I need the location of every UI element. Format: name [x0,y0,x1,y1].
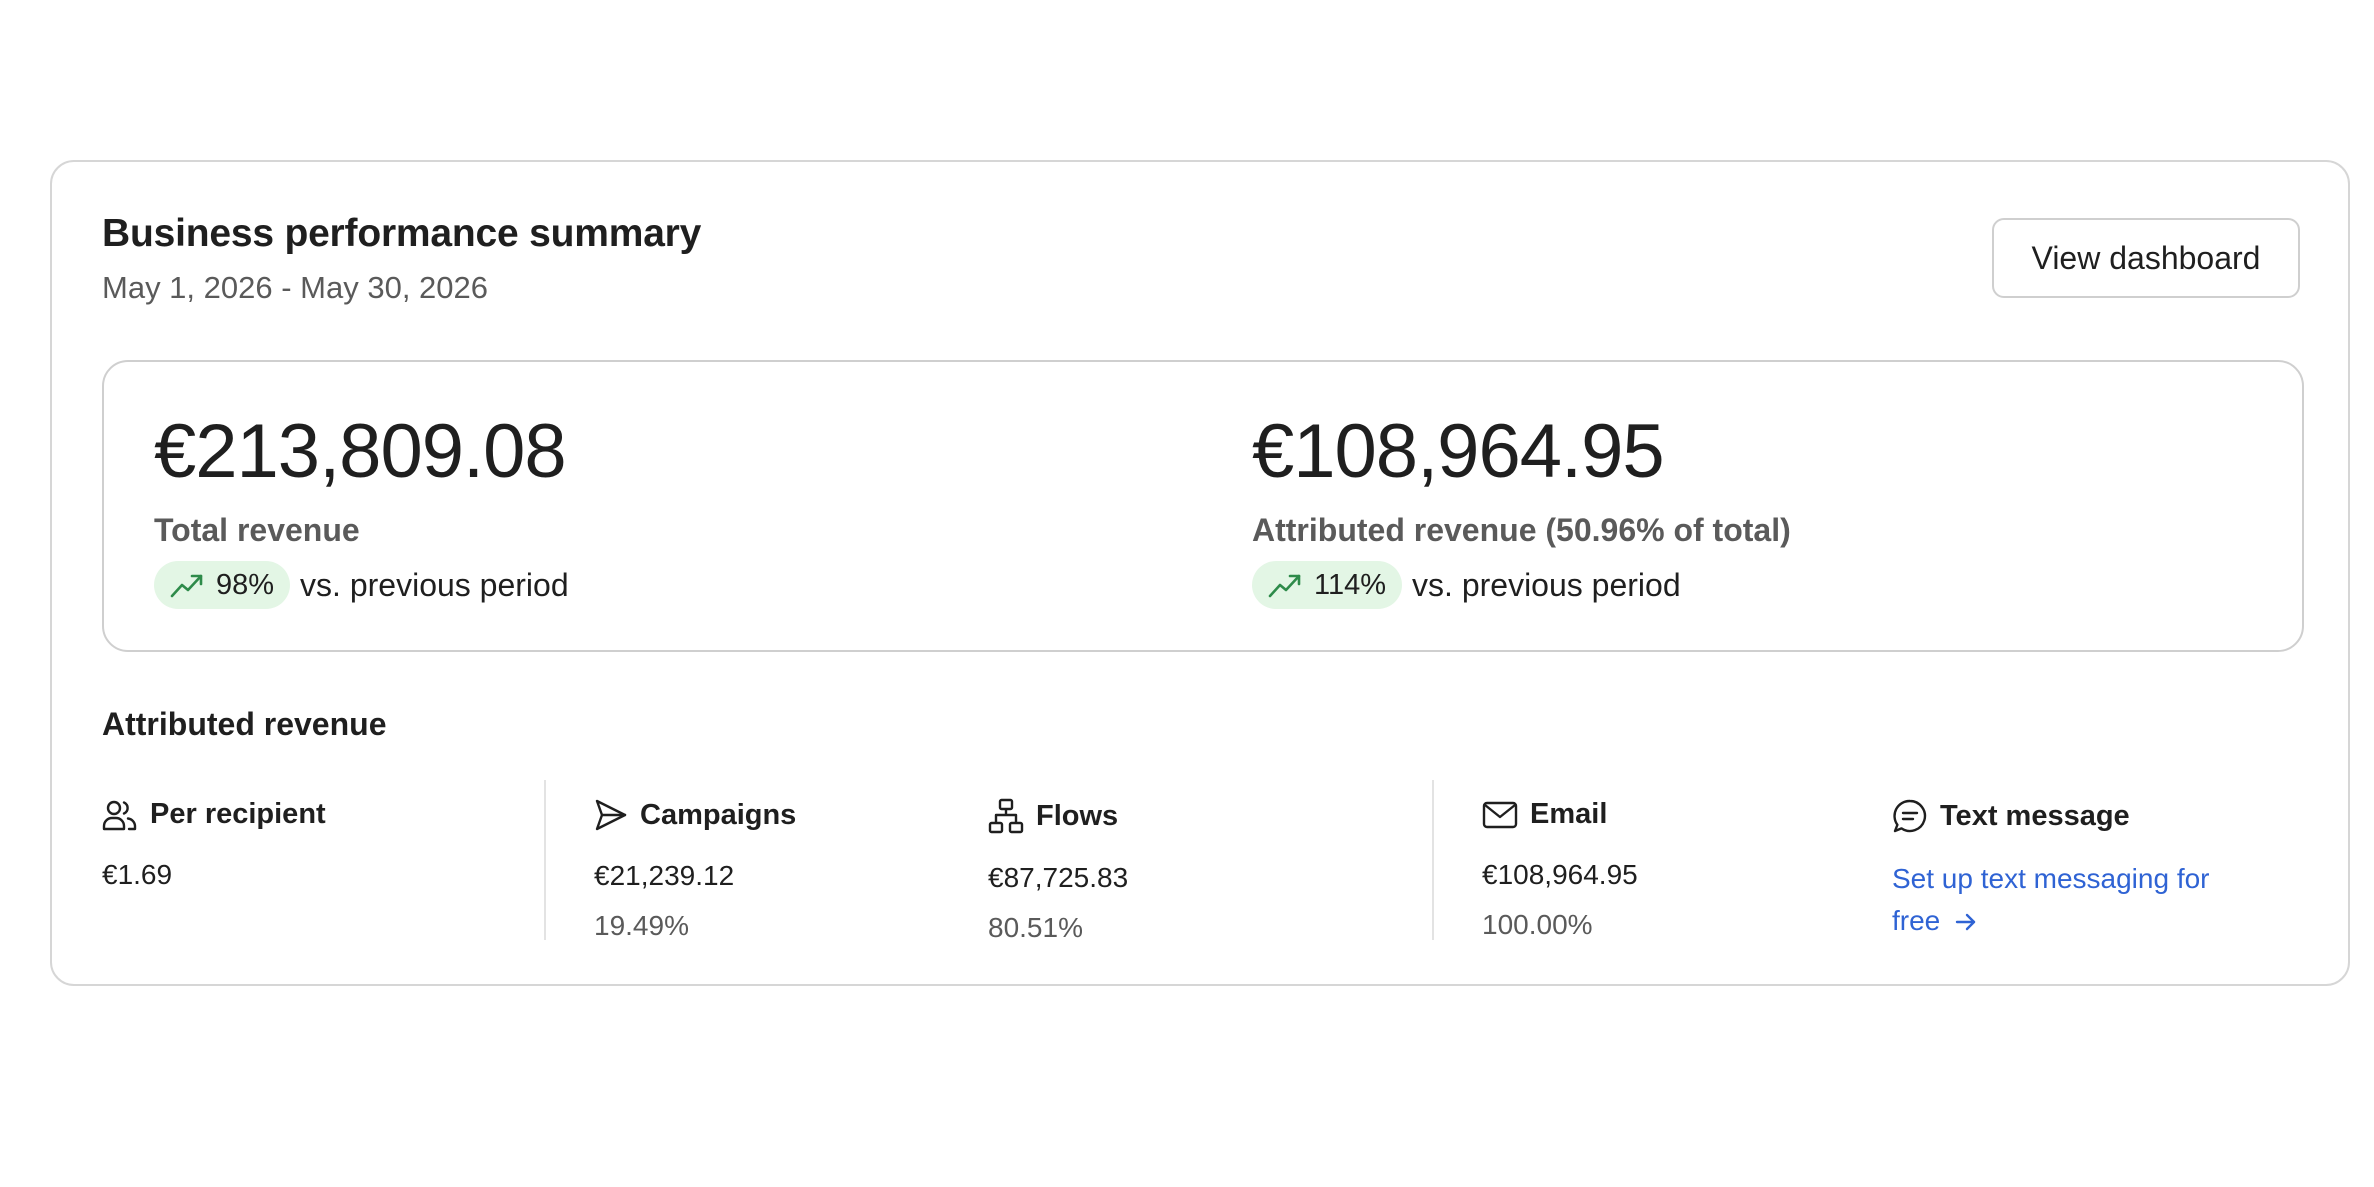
flows-percent: 80.51% [988,912,1083,943]
email-percent: 100.00% [1482,909,1593,940]
flows-label: Flows [1036,799,1119,832]
date-range: May 1, 2026 - May 30, 2026 [102,270,489,305]
campaigns-metric: Campaigns €21,239.12 19.49% [594,798,796,942]
per-recipient-value: €1.69 [102,859,173,890]
email-value: €108,964.95 [1482,859,1638,890]
text-message-label: Text message [1940,799,2130,832]
trend-percent: 98% [216,568,275,601]
attributed-revenue-amount: €108,964.95 [1252,409,1665,494]
flows-metric: Flows €87,725.83 80.51% [988,798,1128,944]
view-dashboard-button[interactable]: View dashboard [1992,218,2300,298]
business-performance-card: Business performance summary May 1, 2026… [50,160,2350,986]
divider [544,780,546,940]
divider [1432,780,1434,940]
flows-value: €87,725.83 [988,862,1129,893]
send-icon [595,799,627,831]
total-revenue-trend: 98% vs. previous period [154,561,569,609]
attributed-revenue-section-title: Attributed revenue [102,706,387,742]
users-icon [102,800,137,830]
email-label: Email [1530,798,1608,830]
per-recipient-metric: Per recipient €1.69 [102,798,326,891]
mail-icon [1482,801,1518,828]
total-revenue-label: Total revenue [154,512,360,548]
trend-badge: 114% [1252,561,1403,609]
setup-text-messaging-link[interactable]: Set up text messaging for free [1892,858,2212,942]
arrow-right-icon[interactable] [1954,911,1978,933]
attributed-revenue-trend: 114% vs. previous period [1252,561,1791,609]
trend-badge: 98% [154,561,291,609]
trend-suffix: vs. previous period [300,566,569,603]
message-icon [1893,799,1927,833]
attributed-revenue-label: Attributed revenue (50.96% of total) [1252,512,1791,548]
email-metric: Email €108,964.95 100.00% [1482,798,1638,941]
total-revenue-block: €213,809.08 Total revenue 98% vs. previo… [154,414,569,609]
trend-suffix: vs. previous period [1412,566,1681,603]
campaigns-percent: 19.49% [594,910,689,941]
revenue-totals-panel: €213,809.08 Total revenue 98% vs. previo… [102,360,2304,652]
trend-percent: 114% [1314,568,1387,601]
flow-icon [988,798,1024,834]
campaigns-label: Campaigns [640,798,797,831]
per-recipient-label: Per recipient [150,798,326,830]
campaigns-value: €21,239.12 [594,860,735,891]
trending-up-icon [1268,574,1301,598]
attributed-revenue-block: €108,964.95 Attributed revenue (50.96% o… [1252,414,1791,609]
page-title: Business performance summary [102,212,702,255]
text-message-metric: Text message Set up text messaging for f… [1892,798,2212,942]
trending-up-icon [170,574,203,598]
total-revenue-amount: €213,809.08 [154,409,567,494]
setup-text-messaging-text[interactable]: Set up text messaging for free [1892,863,2210,936]
